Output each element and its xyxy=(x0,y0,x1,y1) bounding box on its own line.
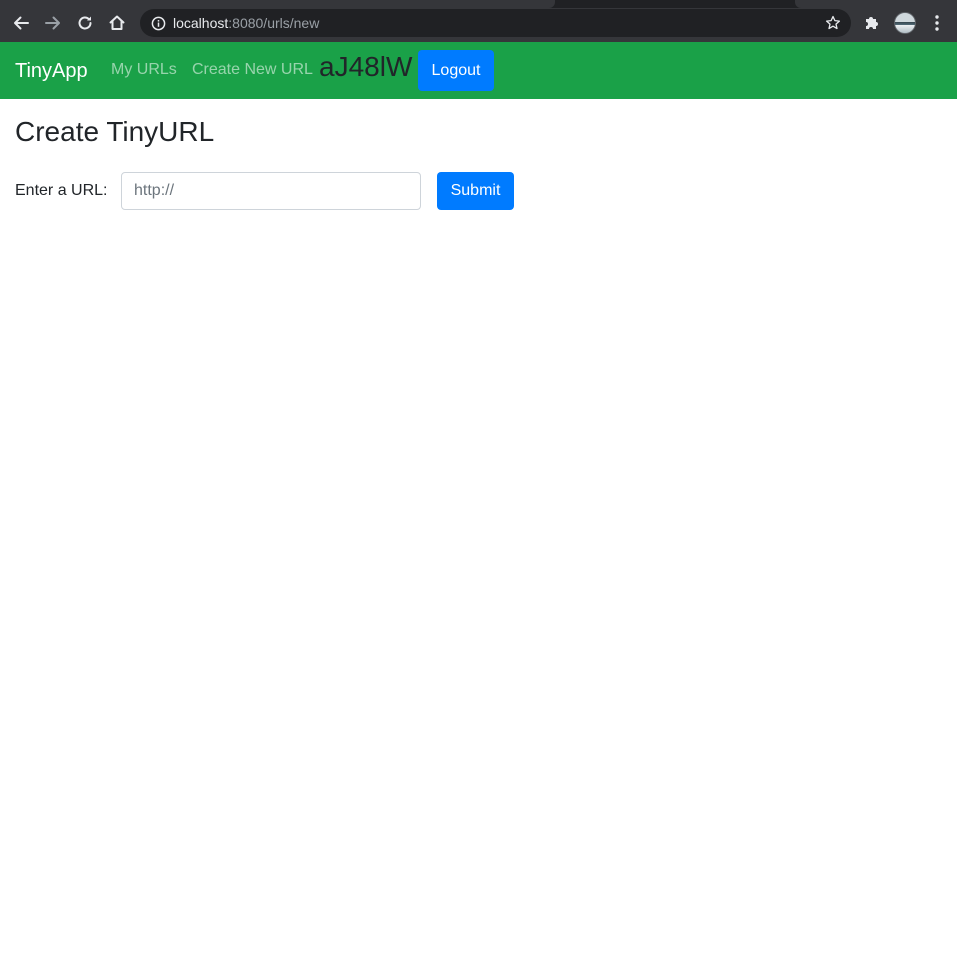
navbar: TinyApp My URLs Create New URL aJ48lW Lo… xyxy=(0,42,957,99)
address-bar[interactable]: localhost:8080/urls/new xyxy=(140,9,851,37)
info-icon[interactable] xyxy=(150,15,166,31)
star-icon[interactable] xyxy=(825,15,841,31)
arrow-right-icon xyxy=(45,16,60,30)
submit-button[interactable]: Submit xyxy=(437,172,514,210)
active-tab[interactable] xyxy=(0,0,555,8)
nav-link-create-new-url[interactable]: Create New URL xyxy=(192,61,313,79)
arrow-left-icon xyxy=(14,16,29,30)
kebab-menu-icon[interactable] xyxy=(930,14,944,32)
page-title: Create TinyURL xyxy=(15,116,215,147)
home-icon xyxy=(109,15,125,30)
address-url[interactable]: localhost:8080/urls/new xyxy=(173,15,319,31)
url-field-label: Enter a URL: xyxy=(15,182,108,199)
brand-link[interactable]: TinyApp xyxy=(15,60,88,82)
tab-strip xyxy=(0,0,957,8)
back-button[interactable] xyxy=(10,12,32,34)
reload-icon xyxy=(78,16,92,30)
home-button[interactable] xyxy=(106,12,128,34)
user-id: aJ48lW xyxy=(319,51,413,82)
url-host: localhost xyxy=(173,15,229,31)
reload-button[interactable] xyxy=(74,12,96,34)
inactive-tab[interactable] xyxy=(795,0,957,8)
avatar[interactable] xyxy=(894,12,916,34)
forward-button[interactable] xyxy=(42,12,64,34)
url-input[interactable] xyxy=(121,172,421,210)
browser-toolbar: localhost:8080/urls/new xyxy=(0,0,957,42)
url-path: :8080/urls/new xyxy=(228,15,320,31)
puzzle-icon[interactable] xyxy=(864,14,880,30)
logout-button[interactable]: Logout xyxy=(418,50,494,91)
nav-link-my-urls[interactable]: My URLs xyxy=(111,61,177,79)
